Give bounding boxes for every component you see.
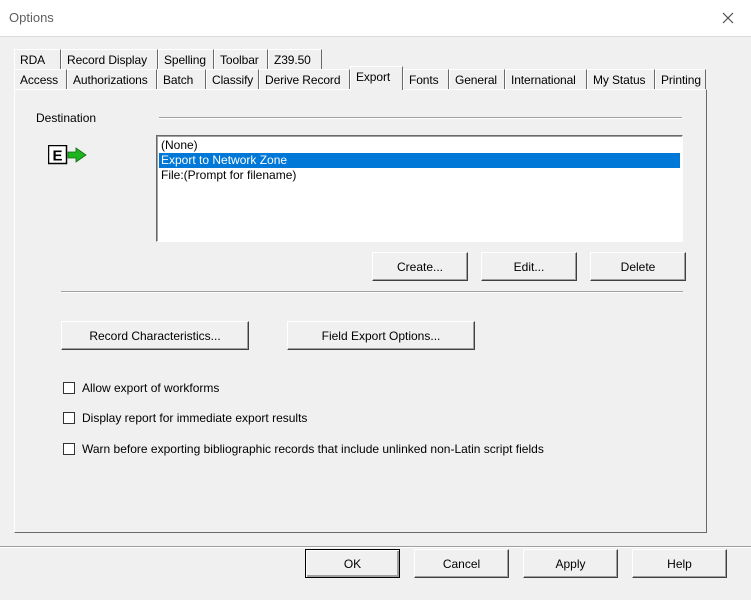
destination-divider — [159, 117, 682, 119]
tab-authorizations[interactable]: Authorizations — [67, 69, 157, 89]
warn-non-latin-label[interactable]: Warn before exporting bibliographic reco… — [82, 442, 544, 456]
list-item-none[interactable]: (None) — [159, 138, 680, 153]
tab-z3950[interactable]: Z39.50 — [268, 49, 322, 69]
tab-international[interactable]: International — [505, 69, 587, 89]
tab-printing[interactable]: Printing — [655, 69, 706, 89]
destination-label: Destination — [36, 111, 97, 125]
tab-spelling[interactable]: Spelling — [158, 49, 214, 69]
tab-export[interactable]: Export — [350, 66, 403, 90]
allow-workforms-label[interactable]: Allow export of workforms — [82, 381, 219, 395]
record-characteristics-button[interactable]: Record Characteristics... — [61, 321, 249, 350]
apply-button[interactable]: Apply — [523, 549, 618, 578]
create-button[interactable]: Create... — [372, 252, 468, 281]
svg-text:E: E — [52, 148, 62, 165]
display-report-checkbox[interactable] — [63, 412, 75, 424]
ok-button[interactable]: OK — [305, 549, 400, 578]
help-button[interactable]: Help — [632, 549, 727, 578]
display-report-label[interactable]: Display report for immediate export resu… — [82, 411, 307, 425]
tab-derive-record[interactable]: Derive Record — [259, 69, 350, 89]
tab-rda[interactable]: RDA — [14, 49, 61, 69]
tab-batch[interactable]: Batch — [157, 69, 206, 89]
close-button[interactable] — [705, 0, 751, 36]
tab-fonts[interactable]: Fonts — [403, 69, 449, 89]
dialog-bottom-separator — [0, 546, 751, 548]
close-icon — [722, 12, 734, 24]
field-export-options-button[interactable]: Field Export Options... — [287, 321, 475, 350]
export-e-arrow-icon: E — [48, 145, 87, 165]
tab-my-status[interactable]: My Status — [587, 69, 655, 89]
list-item-file-prompt[interactable]: File:(Prompt for filename) — [159, 168, 680, 183]
options-divider — [61, 291, 683, 293]
tab-general[interactable]: General — [449, 69, 505, 89]
tab-toolbar[interactable]: Toolbar — [214, 49, 268, 69]
delete-button[interactable]: Delete — [590, 252, 686, 281]
allow-workforms-checkbox[interactable] — [63, 382, 75, 394]
tab-record-display[interactable]: Record Display — [61, 49, 158, 69]
window-title: Options — [9, 10, 54, 25]
edit-button[interactable]: Edit... — [481, 252, 577, 281]
title-bar: Options — [0, 0, 751, 37]
warn-non-latin-checkbox[interactable] — [63, 443, 75, 455]
tab-classify[interactable]: Classify — [206, 69, 259, 89]
destination-listbox[interactable]: (None) Export to Network Zone File:(Prom… — [156, 135, 683, 242]
cancel-button[interactable]: Cancel — [414, 549, 509, 578]
list-item-export-network-zone[interactable]: Export to Network Zone — [159, 153, 680, 168]
tab-access[interactable]: Access — [14, 69, 67, 89]
